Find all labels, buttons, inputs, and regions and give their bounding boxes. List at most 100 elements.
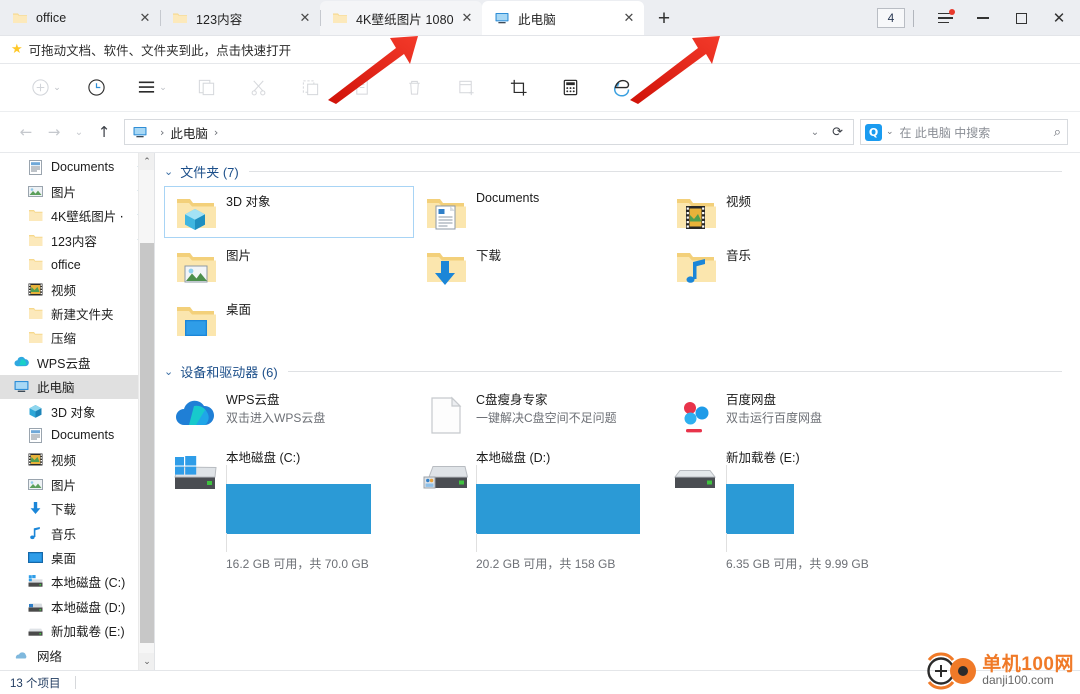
- folder-3d-icon: [172, 189, 218, 235]
- item-drive-d[interactable]: 本地磁盘 (D:) 20.2 GB 可用，共 158 GB: [414, 445, 664, 571]
- sidebar-item-compressed[interactable]: 压缩: [0, 326, 154, 350]
- scrollbar-thumb[interactable]: [140, 243, 154, 643]
- chevron-down-icon[interactable]: ⌄: [164, 165, 173, 178]
- new-folder-icon: [457, 78, 476, 97]
- new-tab-button[interactable]: +: [648, 2, 680, 34]
- item-c-drive-cleaner[interactable]: C盘瘦身专家 一键解决C盘空间不足问题: [414, 387, 664, 443]
- sidebar-item-office[interactable]: office: [0, 253, 154, 277]
- sidebar-item-downloads[interactable]: 下载: [0, 496, 154, 520]
- item-wps-cloud[interactable]: WPS云盘 双击进入WPS云盘: [164, 387, 414, 443]
- tab-office[interactable]: office ✕: [0, 1, 160, 35]
- folder-icon: [27, 329, 44, 346]
- copy-button[interactable]: [180, 71, 232, 105]
- tab-123neirong[interactable]: 123内容 ✕: [160, 1, 320, 35]
- close-icon[interactable]: ✕: [620, 9, 638, 27]
- up-button[interactable]: ↑: [90, 118, 118, 146]
- tab-this-pc[interactable]: 此电脑 ✕: [482, 1, 644, 35]
- new-folder-button[interactable]: [440, 71, 492, 105]
- refresh-icon[interactable]: ⟳: [826, 125, 849, 140]
- sidebar-item-4k-wallpaper[interactable]: 4K壁纸图片 ⋅ 📌: [0, 204, 154, 228]
- group-header-drives[interactable]: ⌄ 设备和驱动器 (6): [164, 362, 1080, 381]
- item-3d-objects[interactable]: 3D 对象: [164, 186, 414, 238]
- tab-4k-wallpaper[interactable]: 4K壁纸图片 1080 ✕: [320, 1, 482, 35]
- sidebar-item-network[interactable]: 网络: [0, 643, 154, 667]
- sidebar-item-pictures[interactable]: 图片 📌: [0, 179, 154, 203]
- folder-documents-icon: [422, 189, 468, 235]
- close-icon[interactable]: ✕: [458, 9, 476, 27]
- maximize-button[interactable]: [1002, 0, 1040, 36]
- item-desktop[interactable]: 桌面: [164, 294, 414, 346]
- item-label: 本地磁盘 (C:): [226, 451, 301, 465]
- drive-windows-icon: [171, 449, 219, 497]
- sidebar-item-videos-pc[interactable]: 视频: [0, 448, 154, 472]
- rename-icon: [353, 78, 372, 97]
- forward-button[interactable]: →: [40, 118, 68, 146]
- sidebar-item-wps-cloud[interactable]: WPS云盘: [0, 350, 154, 374]
- tab-count-badge[interactable]: 4: [877, 8, 905, 28]
- main-menu-button[interactable]: [926, 0, 964, 36]
- chevron-down-icon[interactable]: ⌄: [804, 127, 826, 138]
- rename-button[interactable]: [336, 71, 388, 105]
- close-icon[interactable]: ✕: [136, 9, 154, 27]
- item-baidu-pan[interactable]: 百度网盘 双击运行百度网盘: [664, 387, 914, 443]
- tab-label: office: [36, 11, 67, 25]
- sidebar-item-new-folder[interactable]: 新建文件夹: [0, 301, 154, 325]
- close-icon[interactable]: ✕: [296, 9, 314, 27]
- group-header-folders[interactable]: ⌄ 文件夹 (7): [164, 162, 1080, 181]
- history-button[interactable]: [68, 71, 124, 105]
- navigation-scrollbar[interactable]: ⌃ ⌄: [138, 153, 154, 670]
- cut-button[interactable]: [232, 71, 284, 105]
- recent-locations-button[interactable]: ⌄: [68, 118, 90, 146]
- view-menu-button[interactable]: ⌄: [124, 71, 180, 105]
- item-videos[interactable]: 视频: [664, 186, 914, 238]
- item-drive-e[interactable]: 新加载卷 (E:) 6.35 GB 可用，共 9.99 GB: [664, 445, 914, 571]
- delete-button[interactable]: [388, 71, 440, 105]
- favorites-bar[interactable]: ★ 可拖动文档、软件、文件夹到此，点击快速打开: [0, 36, 1080, 64]
- new-item-button[interactable]: ⌄: [24, 71, 68, 105]
- sidebar-item-desktop[interactable]: 桌面: [0, 545, 154, 569]
- breadcrumb-this-pc[interactable]: 此电脑: [170, 123, 208, 142]
- sidebar-item-this-pc[interactable]: 此电脑: [0, 374, 154, 399]
- item-label: Documents: [476, 191, 540, 205]
- trash-icon: [405, 78, 424, 97]
- file-list-pane[interactable]: ⌄ 文件夹 (7) 3D 对象 Documents 视频 图片 下载 音乐 桌面…: [155, 153, 1080, 670]
- minimize-button[interactable]: [964, 0, 1002, 36]
- search-input[interactable]: 在 此电脑 中搜索: [900, 124, 1054, 141]
- sidebar-item-drive-d[interactable]: 本地磁盘 (D:): [0, 594, 154, 618]
- chevron-down-icon[interactable]: ⌄: [886, 127, 894, 137]
- search-box[interactable]: Q ⌄ 在 此电脑 中搜索 ⌕: [860, 119, 1068, 145]
- item-downloads[interactable]: 下载: [414, 240, 664, 292]
- breadcrumb-separator[interactable]: ›: [214, 126, 218, 139]
- sidebar-item-videos[interactable]: 视频: [0, 277, 154, 301]
- scroll-up-button[interactable]: ⌃: [139, 153, 154, 170]
- sidebar-item-label: 图片: [51, 478, 77, 493]
- sidebar-item-123neirong[interactable]: 123内容 📌: [0, 228, 154, 252]
- q-search-icon[interactable]: Q: [865, 123, 882, 141]
- sidebar-item-documents-pc[interactable]: Documents: [0, 423, 154, 447]
- sidebar-item-drive-e[interactable]: 新加载卷 (E:): [0, 618, 154, 642]
- sidebar-item-pictures-pc[interactable]: 图片: [0, 472, 154, 496]
- sidebar-item-3d-objects[interactable]: 3D 对象: [0, 399, 154, 423]
- drive-windows-icon: [27, 573, 44, 590]
- tab-list: office ✕ 123内容 ✕ 4K壁纸图片 1080 ✕ 此电脑 ✕ +: [0, 0, 680, 35]
- item-documents[interactable]: Documents: [414, 186, 664, 238]
- address-bar[interactable]: › 此电脑 › ⌄ ⟳: [124, 119, 854, 145]
- sidebar-item-documents[interactable]: Documents 📌: [0, 155, 154, 179]
- chevron-down-icon[interactable]: ⌄: [164, 365, 173, 378]
- documents-icon: [27, 159, 44, 176]
- desktop-icon: [27, 549, 44, 566]
- calculator-button[interactable]: [544, 71, 596, 105]
- sidebar-item-music[interactable]: 音乐: [0, 521, 154, 545]
- item-pictures[interactable]: 图片: [164, 240, 414, 292]
- back-button[interactable]: ←: [12, 118, 40, 146]
- close-window-button[interactable]: ✕: [1040, 0, 1078, 36]
- paste-button[interactable]: [284, 71, 336, 105]
- sidebar-item-drive-c[interactable]: 本地磁盘 (C:): [0, 570, 154, 594]
- screenshot-button[interactable]: [492, 71, 544, 105]
- item-drive-c[interactable]: 本地磁盘 (C:) 16.2 GB 可用，共 70.0 GB: [164, 445, 414, 571]
- drives-grid: WPS云盘 双击进入WPS云盘 C盘瘦身专家 一键解决C盘空间不足问题 百度网盘…: [164, 381, 1080, 571]
- browser-button[interactable]: [596, 71, 648, 105]
- scroll-down-button[interactable]: ⌄: [139, 653, 154, 670]
- item-music[interactable]: 音乐: [664, 240, 914, 292]
- search-icon[interactable]: ⌕: [1054, 125, 1061, 140]
